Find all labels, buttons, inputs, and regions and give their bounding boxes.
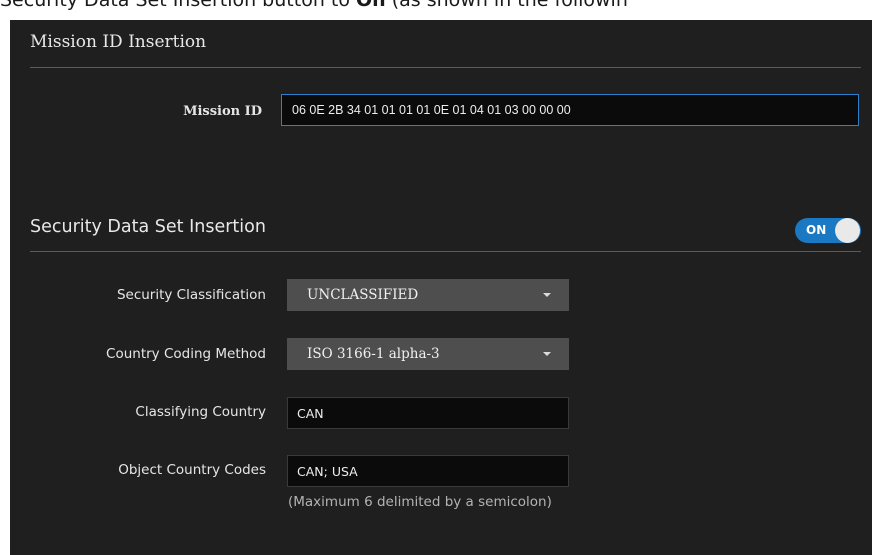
mission-id-input[interactable] (281, 94, 859, 126)
settings-panel: Mission ID Insertion Mission ID Security… (10, 20, 872, 555)
mission-id-label: Mission ID (183, 104, 262, 119)
caption-suffix: (as shown in the followin (385, 0, 628, 11)
security-classification-value: UNCLASSIFIED (307, 287, 419, 303)
caption-bold: On (356, 0, 386, 11)
security-classification-select[interactable]: UNCLASSIFIED (287, 279, 569, 311)
caret-down-icon (543, 352, 551, 356)
country-coding-method-select[interactable]: ISO 3166-1 alpha-3 (287, 338, 569, 370)
security-classification-label: Security Classification (116, 287, 266, 303)
toggle-knob (835, 218, 860, 243)
section-divider (30, 67, 861, 68)
caret-down-icon (543, 293, 551, 297)
mission-id-section-title: Mission ID Insertion (30, 32, 207, 52)
country-coding-method-label: Country Coding Method (106, 346, 266, 362)
caption-prefix: Security Data Set Insertion button to (0, 0, 357, 11)
section-divider (30, 251, 861, 252)
classifying-country-label: Classifying Country (135, 404, 266, 420)
security-section-title: Security Data Set Insertion (30, 217, 266, 237)
country-coding-method-value: ISO 3166-1 alpha-3 (307, 346, 440, 362)
object-country-codes-input[interactable] (287, 455, 569, 487)
toggle-label: ON (806, 223, 827, 237)
document-caption: Security Data Set Insertion button to On… (0, 0, 880, 11)
object-country-codes-hint: (Maximum 6 delimited by a semicolon) (288, 494, 552, 510)
object-country-codes-label: Object Country Codes (118, 462, 266, 478)
security-insertion-toggle[interactable]: ON (795, 218, 861, 243)
classifying-country-input[interactable] (287, 397, 569, 429)
